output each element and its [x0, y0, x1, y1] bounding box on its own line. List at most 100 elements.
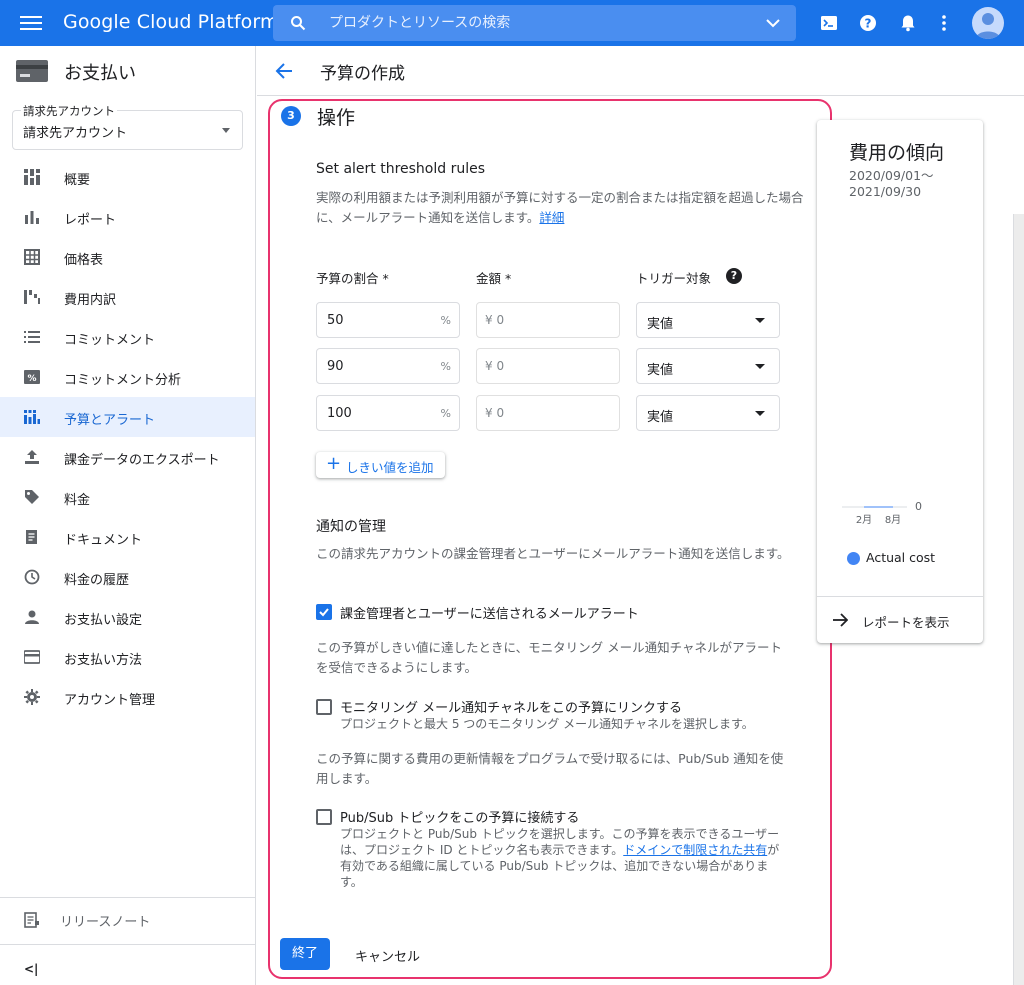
- sidebar-item-release-notes[interactable]: リリースノート: [0, 898, 255, 938]
- column-header-percent: 予算の割合 *: [316, 271, 389, 286]
- trigger-select-value: 実値: [647, 363, 674, 378]
- waterfall-icon: [24, 290, 40, 304]
- threshold-amount-field[interactable]: [476, 395, 620, 431]
- check-icon: [319, 608, 329, 617]
- help-icon[interactable]: ?: [858, 13, 878, 33]
- email-alert-label: 課金管理者とユーザーに送信されるメールアラート: [340, 607, 639, 622]
- help-icon[interactable]: ?: [726, 268, 742, 284]
- percent-suffix: %: [440, 314, 451, 327]
- add-threshold-button[interactable]: + しきい値を追加: [316, 452, 445, 478]
- cost-trend-title: 費用の傾向: [849, 142, 945, 164]
- sidebar-item-payment-settings[interactable]: お支払い設定: [0, 597, 255, 637]
- threshold-percent-input[interactable]: [317, 303, 459, 337]
- notifications-icon[interactable]: [898, 13, 918, 33]
- threshold-description-line: 実際の利用額または予測利用額が予算に対する一定の割合または指定額を超過した場合: [316, 190, 804, 205]
- done-button[interactable]: 終了: [280, 938, 330, 970]
- sidebar-item-billing-export[interactable]: 課金データのエクスポート: [0, 437, 255, 477]
- sidebar-item-transactions[interactable]: 料金の履歴: [0, 557, 255, 597]
- product-logo[interactable]: Google Cloud Platform: [63, 11, 279, 33]
- sidebar-item-documents[interactable]: ドキュメント: [0, 517, 255, 557]
- trigger-select[interactable]: 実値: [636, 302, 780, 338]
- back-arrow-icon[interactable]: [275, 62, 293, 80]
- trigger-select-value: 実値: [647, 410, 674, 425]
- dropdown-arrow-icon: [755, 364, 765, 369]
- cost-trend-range: 2020/09/01〜 2021/09/30: [849, 168, 934, 200]
- percent-suffix: %: [440, 360, 451, 373]
- pubsub-label: Pub/Sub トピックをこの予算に接続する: [340, 811, 580, 826]
- billing-account-value: 請求先アカウント: [23, 126, 128, 141]
- trigger-select-value: 実値: [647, 317, 674, 332]
- percent-icon: %: [24, 370, 40, 384]
- top-bar: Google Cloud Platform ?: [0, 0, 1024, 46]
- cost-trend-card: 費用の傾向 2020/09/01〜 2021/09/30 0 2月 8月 Actua…: [817, 120, 983, 643]
- sidebar-item-reports[interactable]: レポート: [0, 197, 255, 237]
- dashboard-icon: [24, 169, 40, 185]
- details-link[interactable]: 詳細: [539, 210, 564, 225]
- search-input[interactable]: [329, 5, 749, 41]
- page-header: 予算の作成: [257, 46, 1024, 96]
- add-threshold-label: しきい値を追加: [346, 460, 434, 475]
- sidebar-item-label: お支払い方法: [64, 653, 143, 668]
- sidebar-item-pricing[interactable]: 価格表: [0, 237, 255, 277]
- billing-account-select[interactable]: 請求先アカウント 請求先アカウント: [12, 103, 243, 150]
- domain-restricted-sharing-link[interactable]: ドメインで制限された共有: [623, 843, 767, 857]
- sidebar-divider: [0, 944, 255, 945]
- sidebar-header: お支払い: [0, 46, 256, 96]
- sidebar-item-overview[interactable]: 概要: [0, 157, 255, 197]
- sidebar-item-commitment-analysis[interactable]: % コミットメント分析: [0, 357, 255, 397]
- threshold-percent-field[interactable]: %: [316, 302, 460, 338]
- view-report-label: レポートを表示: [862, 615, 950, 630]
- pubsub-checkbox[interactable]: [316, 809, 332, 825]
- page-title: 予算の作成: [320, 64, 405, 84]
- sidebar-item-budgets-alerts[interactable]: 予算とアラート: [0, 397, 255, 437]
- search-bar[interactable]: [273, 5, 796, 41]
- more-vert-icon[interactable]: [934, 13, 954, 33]
- menu-icon[interactable]: [20, 13, 42, 33]
- history-icon: [24, 569, 40, 585]
- sidebar-item-label: 予算とアラート: [64, 413, 156, 428]
- threshold-amount-input[interactable]: [477, 349, 619, 383]
- threshold-percent-input[interactable]: [317, 349, 459, 383]
- cloud-shell-icon[interactable]: [819, 13, 839, 33]
- avatar-icon: [976, 13, 1000, 39]
- monitoring-channel-subtext: プロジェクトと最大 5 つのモニタリング メール通知チャネルを選択します。: [340, 717, 754, 731]
- sidebar-item-label: 料金の履歴: [64, 573, 130, 588]
- sidebar-item-cost-breakdown[interactable]: 費用内訳: [0, 277, 255, 317]
- monitoring-channel-checkbox[interactable]: [316, 699, 332, 715]
- threshold-percent-field[interactable]: %: [316, 395, 460, 431]
- threshold-percent-field[interactable]: %: [316, 348, 460, 384]
- sidebar-item-commitments[interactable]: コミットメント: [0, 317, 255, 357]
- threshold-amount-field[interactable]: [476, 348, 620, 384]
- avatar[interactable]: [972, 7, 1004, 39]
- scrollbar[interactable]: [1013, 214, 1024, 985]
- person-icon: [25, 610, 39, 624]
- sidebar-item-label: 価格表: [64, 253, 104, 268]
- dropdown-arrow-icon: [222, 128, 230, 133]
- trigger-select[interactable]: 実値: [636, 348, 780, 384]
- sidebar-item-payment-method[interactable]: お支払い方法: [0, 637, 255, 677]
- email-alert-checkbox[interactable]: [316, 604, 332, 620]
- collapse-sidebar-icon[interactable]: <|: [24, 962, 40, 978]
- sidebar-item-pricing-tag[interactable]: 料金: [0, 477, 255, 517]
- view-report-link[interactable]: レポートを表示: [817, 597, 983, 643]
- cancel-button[interactable]: キャンセル: [355, 946, 420, 965]
- cost-trend-range-end: 2021/09/30: [849, 184, 922, 199]
- sidebar-item-account-management[interactable]: アカウント管理: [0, 677, 255, 717]
- release-notes-icon: [24, 912, 39, 928]
- cost-trend-range-start: 2020/09/01〜: [849, 168, 934, 183]
- sidebar-item-label: リリースノート: [60, 915, 151, 930]
- chevron-down-icon[interactable]: [766, 17, 780, 29]
- pubsub-description: この予算に関する費用の更新情報をプログラムで受け取るには、Pub/Sub 通知を…: [316, 751, 784, 786]
- budget-icon: [24, 410, 40, 424]
- svg-text:%: %: [27, 374, 36, 384]
- pubsub-subtext: プロジェクトと Pub/Sub トピックを選択します。この予算を表示できるユーザ…: [340, 826, 790, 890]
- threshold-amount-input[interactable]: [477, 396, 619, 430]
- threshold-amount-input[interactable]: [477, 303, 619, 337]
- threshold-amount-field[interactable]: [476, 302, 620, 338]
- threshold-description-line: に、メールアラート通知を送信します。: [316, 210, 540, 225]
- threshold-percent-input[interactable]: [317, 396, 459, 430]
- trigger-select[interactable]: 実値: [636, 395, 780, 431]
- svg-text:?: ?: [865, 17, 872, 31]
- notification-description: この請求先アカウントの課金管理者とユーザーにメールアラート通知を送信します。: [316, 546, 790, 561]
- sidebar-item-label: 費用内訳: [64, 293, 117, 308]
